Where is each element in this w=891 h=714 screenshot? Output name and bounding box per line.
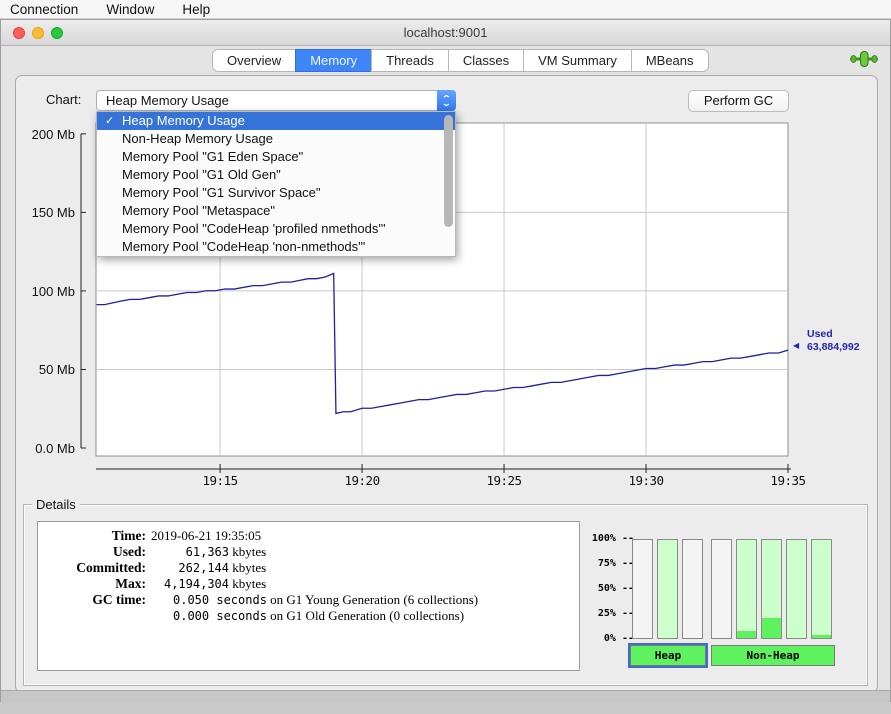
tab-mbeans[interactable]: MBeans [631,49,709,72]
dropdown-option[interactable]: ✓Heap Memory Usage [97,112,455,130]
connection-status-icon [850,51,878,67]
details-row: 0.000 seconds on G1 Old Generation (0 co… [46,608,579,624]
tab-bar: Overview Memory Threads Classes VM Summa… [212,49,709,72]
system-menubar: Connection Window Help [0,0,891,19]
dropdown-option[interactable]: Memory Pool "G1 Eden Space" [97,148,455,166]
memory-pool-bar [711,539,732,639]
chart-selector-dropdown: ✓Heap Memory UsageNon-Heap Memory UsageM… [96,111,456,257]
pool-percent-label: 50% -- [586,583,634,594]
details-row: Max:4,194,304 kbytes [46,576,579,592]
non-heap-pool-button[interactable]: Non-Heap [711,645,835,666]
series-marker-icon: ◀ [793,341,799,350]
details-group-title: Details [32,497,80,512]
memory-pool-bar [736,539,757,639]
pool-percent-label: 25% -- [586,608,634,619]
memory-pool-bar [761,539,782,639]
menu-connection[interactable]: Connection [0,0,92,19]
tab-overview[interactable]: Overview [212,49,296,72]
details-row: Time:2019-06-21 19:35:05 [46,528,579,544]
dropdown-scrollbar[interactable] [444,115,453,227]
heap-pool-button[interactable]: Heap [630,645,706,666]
dropdown-option[interactable]: Memory Pool "CodeHeap 'non-nmethods'" [97,238,455,256]
memory-pool-bar [682,539,703,639]
jconsole-window: localhost:9001 Overview Memory Threads C… [0,19,891,702]
menu-help[interactable]: Help [168,0,224,19]
menu-window[interactable]: Window [92,0,168,19]
details-row: Committed:262,144 kbytes [46,560,579,576]
checkmark-icon: ✓ [105,112,114,130]
details-row: GC time:0.050 seconds on G1 Young Genera… [46,592,579,608]
details-row: Used:61,363 kbytes [46,544,579,560]
memory-pool-bar [657,539,678,639]
dropdown-option[interactable]: Memory Pool "G1 Old Gen" [97,166,455,184]
dropdown-option[interactable]: Memory Pool "Metaspace" [97,202,455,220]
window-resize-strip[interactable] [1,690,890,702]
pool-percent-label: 75% -- [586,558,634,569]
pool-percent-label: 0% -- [586,633,634,644]
tab-memory[interactable]: Memory [295,49,372,72]
dropdown-option[interactable]: Non-Heap Memory Usage [97,130,455,148]
memory-pool-bar [811,539,832,639]
memory-pool-bar [786,539,807,639]
dropdown-option[interactable]: Memory Pool "G1 Survivor Space" [97,184,455,202]
tab-vm-summary[interactable]: VM Summary [523,49,632,72]
pool-percent-label: 100% -- [586,533,634,544]
dropdown-option[interactable]: Memory Pool "CodeHeap 'profiled nmethods… [97,220,455,238]
details-text-box: Time:2019-06-21 19:35:05Used:61,363 kbyt… [37,521,580,671]
tab-threads[interactable]: Threads [371,49,449,72]
memory-pool-bar [632,539,653,639]
details-group: Details Time:2019-06-21 19:35:05Used:61,… [23,504,868,686]
tab-classes[interactable]: Classes [448,49,524,72]
used-value-annotation: Used 63,884,992 [807,328,860,354]
